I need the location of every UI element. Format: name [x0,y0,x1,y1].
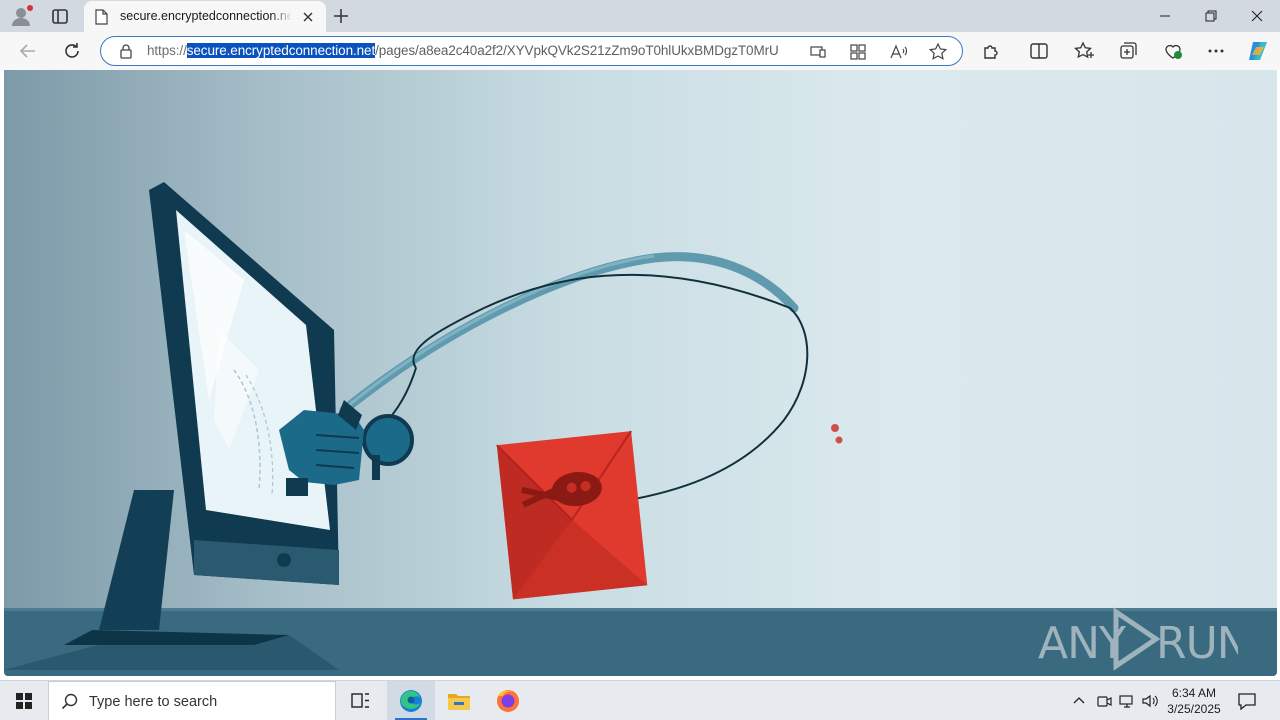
browser-essentials-icon[interactable] [1162,40,1184,62]
tab-actions-icon[interactable] [48,6,72,28]
close-tab-icon[interactable] [300,9,316,25]
minimize-button[interactable] [1142,0,1188,32]
favorite-star-icon[interactable] [928,42,948,62]
tray-chevron-icon[interactable] [1070,692,1088,710]
apps-icon[interactable] [848,42,868,62]
taskbar-search-box[interactable]: Type here to search [48,681,336,720]
search-icon [61,693,79,711]
extensions-icon[interactable] [980,40,1002,62]
anyrun-watermark: ANY RUN [1038,606,1250,672]
restore-button[interactable] [1188,0,1234,32]
clock-date: 3/25/2025 [1167,702,1221,716]
task-view-icon[interactable] [336,681,384,720]
split-screen-icon[interactable] [1028,40,1050,62]
volume-icon[interactable] [1141,692,1159,710]
url-scheme: https:// [147,43,187,58]
search-placeholder: Type here to search [89,694,218,710]
page-content: ANY RUN [4,70,1277,676]
fishing-reel [362,414,414,466]
url-text[interactable]: https://secure.encryptedconnection.net/p… [147,43,807,61]
more-icon[interactable] [1205,40,1227,62]
firefox-icon[interactable] [484,681,532,720]
tab-title: secure.encryptedconnection.net/pages/a8e… [120,9,292,23]
refresh-icon[interactable] [61,40,83,62]
network-icon[interactable] [1118,692,1136,710]
read-aloud-icon[interactable] [888,42,908,62]
file-explorer-icon[interactable] [435,681,483,720]
url-host: secure.encryptedconnection.net [186,43,376,58]
clock-time: 6:34 AM [1171,686,1217,700]
browser-tab[interactable]: secure.encryptedconnection.net/pages/a8e… [84,1,326,32]
title-bar: secure.encryptedconnection.net/pages/a8e… [0,0,1280,32]
notifications-icon[interactable] [1236,691,1258,711]
install-app-icon[interactable] [808,42,828,62]
watermark-right: RUN [1156,618,1238,669]
back-icon[interactable] [17,40,39,62]
watermark-left: ANY [1038,618,1126,669]
page-icon [94,9,108,25]
profile-avatar-icon[interactable] [10,5,34,27]
browser-toolbar: https://secure.encryptedconnection.net/p… [0,32,1280,70]
collections-icon[interactable] [1117,40,1139,62]
close-window-button[interactable] [1234,0,1280,32]
favorites-icon[interactable] [1073,40,1095,62]
taskbar: Type here to search 6:34 AM 3/25/2025 [0,680,1280,720]
copilot-icon[interactable] [1246,39,1270,63]
start-button[interactable] [0,681,48,720]
edge-icon[interactable] [387,681,435,720]
url-path: /pages/a8ea2c40a2f2/XYVpkQVk2S21zZm9oT0h… [375,43,779,58]
address-bar[interactable]: https://secure.encryptedconnection.net/p… [100,36,963,66]
taskbar-clock[interactable]: 6:34 AM 3/25/2025 [1162,685,1226,717]
envelope [496,430,648,600]
meet-now-icon[interactable] [1095,692,1113,710]
lock-icon[interactable] [119,43,133,59]
phishing-illustration [4,182,1277,676]
new-tab-icon[interactable] [331,6,351,26]
